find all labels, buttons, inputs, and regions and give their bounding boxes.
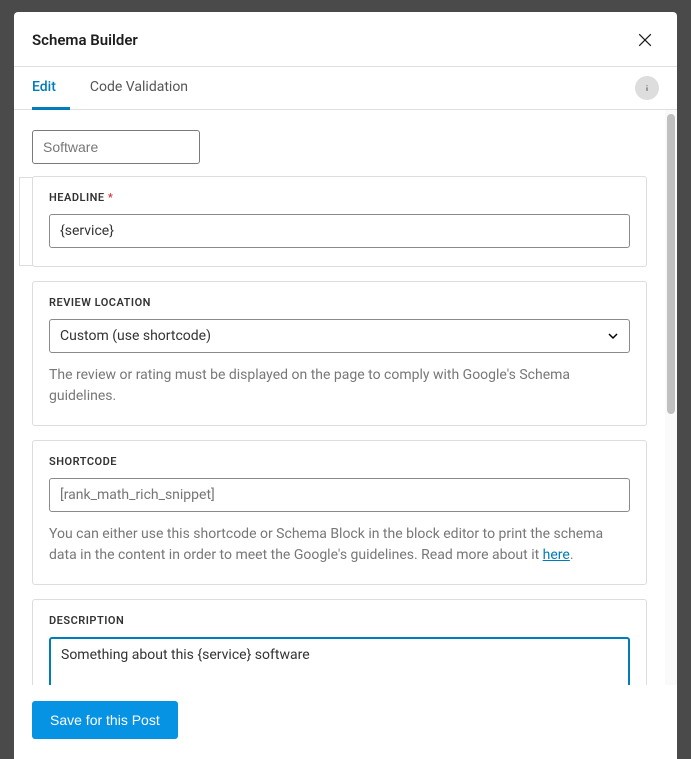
scrollbar[interactable] [665, 110, 677, 685]
tab-code-validation[interactable]: Code Validation [90, 67, 202, 110]
form-content: HEADLINE * REVIEW LOCATION Custom (use s… [14, 110, 665, 685]
scrollbar-thumb[interactable] [667, 114, 675, 414]
save-button[interactable]: Save for this Post [32, 701, 178, 739]
modal-header: Schema Builder [14, 12, 677, 66]
schema-type-input[interactable] [32, 130, 200, 164]
review-location-select[interactable]: Custom (use shortcode) [49, 319, 630, 353]
review-location-label: REVIEW LOCATION [49, 296, 630, 309]
headline-field-block: HEADLINE * [32, 176, 647, 267]
info-icon [640, 81, 654, 95]
shortcode-help-link[interactable]: here [543, 547, 570, 563]
description-label: DESCRIPTION [49, 614, 630, 627]
close-button[interactable] [631, 26, 659, 54]
modal-title: Schema Builder [32, 31, 138, 49]
tabs-bar: Edit Code Validation [14, 66, 677, 110]
content-wrap: HEADLINE * REVIEW LOCATION Custom (use s… [14, 110, 677, 685]
info-button[interactable] [635, 76, 659, 100]
shortcode-label: SHORTCODE [49, 455, 630, 468]
shortcode-input[interactable] [49, 478, 630, 512]
close-icon [635, 30, 655, 50]
review-location-field-block: REVIEW LOCATION Custom (use shortcode) T… [32, 281, 647, 426]
modal-footer: Save for this Post [14, 685, 677, 759]
headline-label: HEADLINE * [49, 191, 630, 204]
shortcode-field-block: SHORTCODE You can either use this shortc… [32, 440, 647, 585]
shortcode-help: You can either use this shortcode or Sch… [49, 524, 630, 566]
description-textarea[interactable] [49, 637, 630, 685]
description-field-block: DESCRIPTION [32, 599, 647, 685]
schema-builder-modal: Schema Builder Edit Code Validation HEAD… [14, 12, 677, 759]
headline-input[interactable] [49, 214, 630, 248]
tab-edit[interactable]: Edit [32, 67, 70, 110]
review-location-help: The review or rating must be displayed o… [49, 365, 630, 407]
